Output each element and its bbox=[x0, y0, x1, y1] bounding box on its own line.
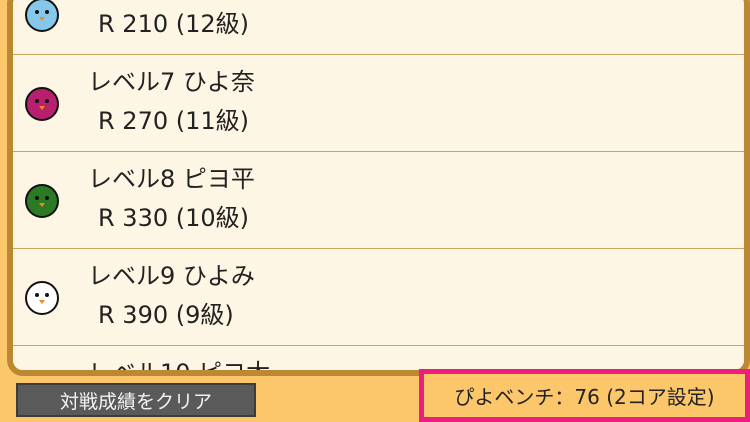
level-rating: R 270 (11級) bbox=[98, 107, 250, 135]
chick-avatar-icon bbox=[24, 280, 60, 316]
level-list-panel[interactable]: R 210 (12級) レベル7 ひよ奈 R 270 (11級) レベル8 ピヨ… bbox=[7, 0, 750, 376]
level-row[interactable]: レベル8 ピヨ平 R 330 (10級) bbox=[13, 152, 744, 249]
piyo-bench-badge: ぴよベンチ：76 (2コア設定) bbox=[419, 369, 750, 422]
level-name: レベル8 ピヨ平 bbox=[88, 165, 255, 193]
level-rating: R 330 (10級) bbox=[98, 204, 250, 232]
level-row[interactable]: レベル9 ひよみ R 390 (9級) bbox=[13, 249, 744, 346]
level-row[interactable]: R 210 (12級) bbox=[13, 0, 744, 55]
chick-avatar-icon bbox=[24, 183, 60, 219]
level-row[interactable]: レベル7 ひよ奈 R 270 (11級) bbox=[13, 55, 744, 152]
level-name: レベル10 ピヨ太 bbox=[88, 359, 271, 376]
level-rating: R 210 (12級) bbox=[98, 10, 250, 38]
chick-avatar-icon bbox=[24, 0, 60, 33]
chick-avatar-icon bbox=[24, 86, 60, 122]
level-name: レベル9 ひよみ bbox=[88, 262, 255, 290]
level-list: R 210 (12級) レベル7 ひよ奈 R 270 (11級) レベル8 ピヨ… bbox=[13, 0, 744, 376]
level-rating: R 390 (9級) bbox=[98, 301, 234, 329]
level-name: レベル7 ひよ奈 bbox=[88, 68, 255, 96]
clear-results-button[interactable]: 対戦成績をクリア bbox=[16, 383, 256, 417]
